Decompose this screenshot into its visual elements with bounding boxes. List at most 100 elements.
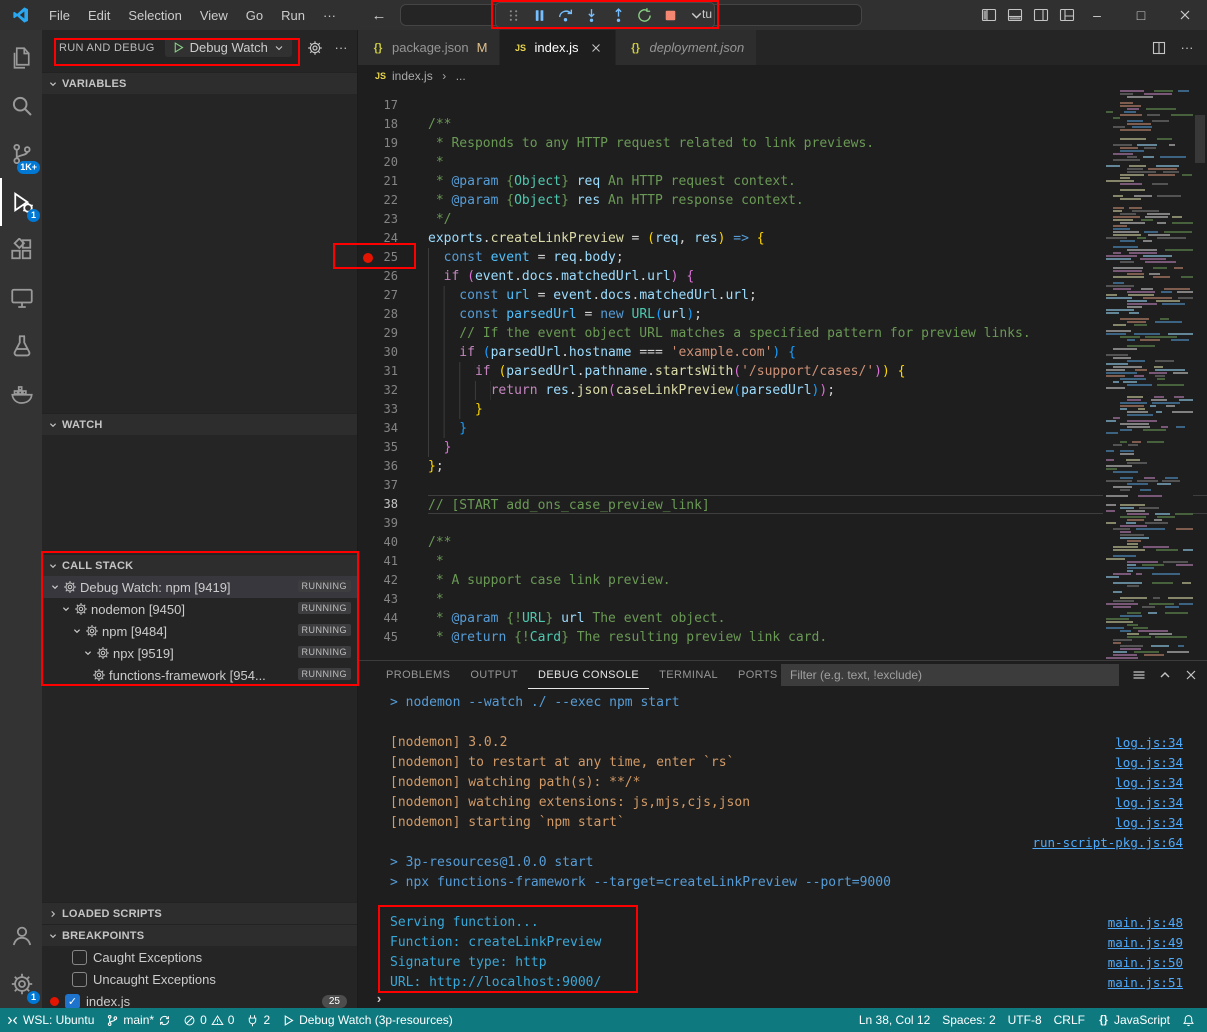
call-stack-item[interactable]: nodemon [9450]RUNNING xyxy=(42,598,357,620)
code-line-content[interactable]: return res.json(caseLinkPreview(parsedUr… xyxy=(428,381,1207,400)
call-stack-item[interactable]: npm [9484]RUNNING xyxy=(42,620,357,642)
indentation[interactable]: Spaces: 2 xyxy=(936,1008,1001,1032)
line-number[interactable]: 30 xyxy=(358,343,404,362)
code-line-content[interactable]: * Responds to any HTTP request related t… xyxy=(428,134,1207,153)
encoding[interactable]: UTF-8 xyxy=(1002,1008,1048,1032)
customize-layout-icon[interactable] xyxy=(1059,7,1075,23)
grip-icon[interactable] xyxy=(505,7,522,24)
open-settings-icon[interactable] xyxy=(307,40,323,56)
debug-session-status[interactable]: Debug Watch (3p-resources) xyxy=(276,1008,459,1032)
activity-explorer[interactable] xyxy=(0,34,42,82)
line-number[interactable]: 32 xyxy=(358,381,404,400)
cursor-position[interactable]: Ln 38, Col 12 xyxy=(853,1008,936,1032)
eol[interactable]: CRLF xyxy=(1048,1008,1091,1032)
source-link[interactable]: log.js:34 xyxy=(1115,755,1183,770)
step-into-icon[interactable] xyxy=(583,7,600,24)
activity-docker[interactable] xyxy=(0,370,42,418)
line-number[interactable]: 23 xyxy=(358,210,404,229)
line-number[interactable]: 36 xyxy=(358,457,404,476)
code-line-content[interactable]: /** xyxy=(428,533,1207,552)
section-loaded-scripts[interactable]: LOADED SCRIPTS xyxy=(42,902,357,924)
minimap[interactable] xyxy=(1103,88,1193,660)
line-number[interactable]: 29 xyxy=(358,324,404,343)
line-number[interactable]: 40 xyxy=(358,533,404,552)
tab-index.js[interactable]: JSindex.js xyxy=(500,30,615,65)
code-line-content[interactable]: } xyxy=(428,400,1207,419)
code-line-content[interactable]: // If the event object URL matches a spe… xyxy=(428,324,1207,343)
pause-icon[interactable] xyxy=(531,7,548,24)
code-line-content[interactable]: * xyxy=(428,590,1207,609)
problems-status[interactable]: 00 xyxy=(177,1008,240,1032)
line-number[interactable]: 20 xyxy=(358,153,404,172)
call-stack-item[interactable]: functions-framework [954...RUNNING xyxy=(42,664,357,686)
code-line-content[interactable] xyxy=(428,514,1207,533)
code-line-content[interactable]: const url = event.docs.matchedUrl.url; xyxy=(428,286,1207,305)
step-over-icon[interactable] xyxy=(557,7,574,24)
activity-accounts[interactable] xyxy=(0,912,42,960)
line-number[interactable]: 45 xyxy=(358,628,404,647)
line-number[interactable]: 33 xyxy=(358,400,404,419)
line-number[interactable]: 41 xyxy=(358,552,404,571)
section-watch[interactable]: WATCH xyxy=(42,413,357,435)
activity-remote-explorer[interactable] xyxy=(0,274,42,322)
line-number[interactable]: 21 xyxy=(358,172,404,191)
line-number[interactable]: 39 xyxy=(358,514,404,533)
menu-selection[interactable]: Selection xyxy=(119,8,190,23)
line-number[interactable]: 19 xyxy=(358,134,404,153)
minimize-button[interactable]: – xyxy=(1075,0,1119,30)
editor-scrollbar[interactable] xyxy=(1193,87,1207,660)
line-number[interactable]: 31 xyxy=(358,362,404,381)
line-number[interactable]: 35 xyxy=(358,438,404,457)
source-link[interactable]: main.js:50 xyxy=(1108,955,1183,970)
back-icon[interactable]: ← xyxy=(371,7,387,23)
breakpoint-item[interactable]: Uncaught Exceptions xyxy=(42,968,357,990)
source-link[interactable]: run-script-pkg.js:64 xyxy=(1032,835,1183,850)
maximize-panel-icon[interactable] xyxy=(1157,667,1173,683)
menu-view[interactable]: View xyxy=(191,8,237,23)
call-stack-item[interactable]: npx [9519]RUNNING xyxy=(42,642,357,664)
code-line-content[interactable]: /** xyxy=(428,115,1207,134)
code-line-content[interactable]: const parsedUrl = new URL(url); xyxy=(428,305,1207,324)
activity-settings[interactable]: 1 xyxy=(0,960,42,1008)
branch-status[interactable]: main* xyxy=(100,1008,177,1032)
breakpoint-checkbox[interactable]: ✓ xyxy=(65,994,80,1009)
code-line-content[interactable]: if (parsedUrl.hostname === 'example.com'… xyxy=(428,343,1207,362)
editor-more-icon[interactable]: ··· xyxy=(1179,40,1195,56)
line-number[interactable]: 28 xyxy=(358,305,404,324)
panel-tab-debug-console[interactable]: DEBUG CONSOLE xyxy=(528,661,649,689)
line-number[interactable]: 34 xyxy=(358,419,404,438)
code-line-content[interactable]: if (parsedUrl.pathname.startsWith('/supp… xyxy=(428,362,1207,381)
line-number[interactable]: 25 xyxy=(358,248,404,267)
section-call-stack[interactable]: CALL STACK xyxy=(42,554,357,576)
source-link[interactable]: log.js:34 xyxy=(1115,815,1183,830)
code-line-content[interactable]: exports.createLinkPreview = (req, res) =… xyxy=(428,229,1207,248)
source-link[interactable]: main.js:48 xyxy=(1108,915,1183,930)
code-line-content[interactable]: if (event.docs.matchedUrl.url) { xyxy=(428,267,1207,286)
tab-package.json[interactable]: {}package.jsonM xyxy=(358,30,500,65)
code-line-content[interactable] xyxy=(428,96,1207,115)
stop-icon[interactable] xyxy=(662,7,679,24)
code-line-content[interactable]: }; xyxy=(428,457,1207,476)
close-button[interactable] xyxy=(1163,0,1207,30)
call-stack-item[interactable]: Debug Watch: npm [9419]RUNNING xyxy=(42,576,357,598)
code-line-content[interactable]: * xyxy=(428,153,1207,172)
section-variables[interactable]: VARIABLES xyxy=(42,72,357,94)
code-line-content[interactable]: */ xyxy=(428,210,1207,229)
code-line-content[interactable]: * xyxy=(428,552,1207,571)
menu-run[interactable]: Run xyxy=(272,8,314,23)
debug-config-dropdown[interactable]: Debug Watch xyxy=(165,38,292,57)
breakpoint-item[interactable]: Caught Exceptions xyxy=(42,946,357,968)
line-number[interactable]: 24 xyxy=(358,229,404,248)
panel-tab-terminal[interactable]: TERMINAL xyxy=(649,661,728,689)
code-line-content[interactable]: const event = req.body; xyxy=(428,248,1207,267)
ports-status[interactable]: 2 xyxy=(240,1008,276,1032)
code-line-content[interactable]: } xyxy=(428,438,1207,457)
output-menu-icon[interactable] xyxy=(1131,667,1147,683)
code-line-content[interactable]: // [START add_ons_case_preview_link] xyxy=(428,495,1207,514)
maximize-button[interactable]: □ xyxy=(1119,0,1163,30)
line-number[interactable]: 26 xyxy=(358,267,404,286)
activity-source-control[interactable]: 1K+ xyxy=(0,130,42,178)
language-mode[interactable]: {}JavaScript xyxy=(1091,1008,1176,1032)
code-line-content[interactable]: * @return {!Card} The resulting preview … xyxy=(428,628,1207,647)
breadcrumb[interactable]: JS index.js › ... xyxy=(358,65,1207,87)
